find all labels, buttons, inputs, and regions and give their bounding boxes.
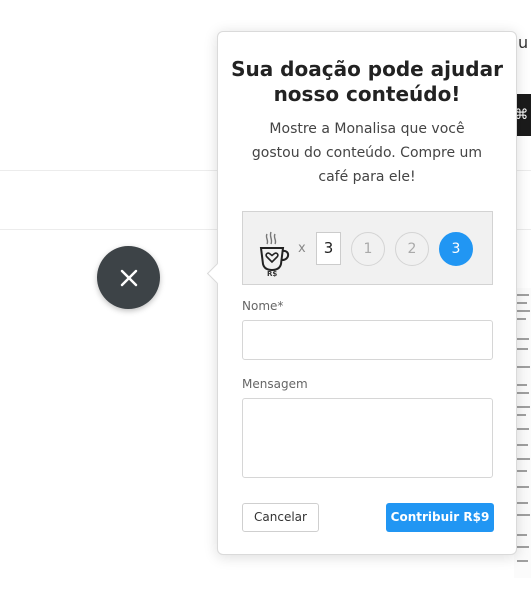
cancel-button[interactable]: Cancelar [242,503,319,532]
popup-description: Mostre a Monalisa que você gostou do con… [251,121,483,185]
quantity-input[interactable]: 3 [316,232,341,265]
quantity-option-2[interactable]: 2 [395,232,429,266]
page: u ⌘ Sua doação pode ajudar nosso conteúd… [0,0,531,596]
popup-title: Sua doação pode ajudar nosso conteúdo! [231,57,503,106]
name-field[interactable] [242,320,493,360]
currency-label: R$ [267,270,278,278]
donation-popup: Sua doação pode ajudar nosso conteúdo! M… [206,31,517,555]
message-label: Mensagem [242,377,308,391]
name-label: Nome* [242,299,284,313]
message-field[interactable] [242,398,493,478]
times-symbol: x [298,241,306,256]
contribute-button[interactable]: Contribuir R$9 [386,503,494,532]
quantity-option-1[interactable]: 1 [351,232,385,266]
background-heading-fragment: u [518,33,529,52]
coffee-quantity-selector: R$ x 3 1 2 3 [242,211,493,285]
quantity-option-3[interactable]: 3 [439,232,473,266]
popup-pointer-arrow [206,262,229,285]
close-popup-button[interactable] [97,246,160,309]
close-icon [120,269,137,286]
coffee-cup-heart-icon [259,231,290,272]
